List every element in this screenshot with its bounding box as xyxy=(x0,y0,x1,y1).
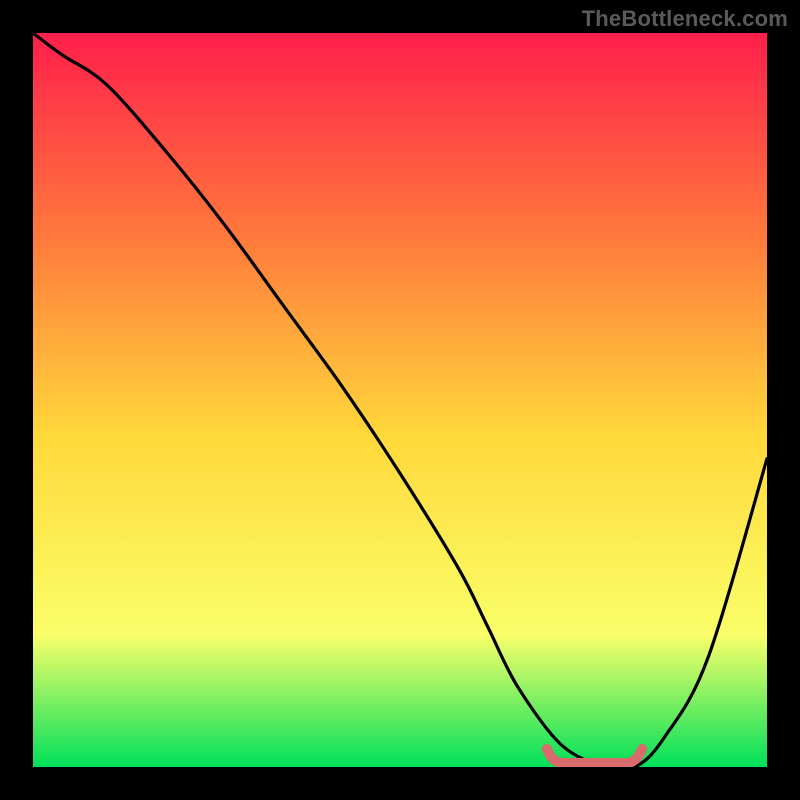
watermark-text: TheBottleneck.com xyxy=(582,6,788,32)
gradient-background xyxy=(33,33,767,767)
chart-frame: TheBottleneck.com xyxy=(0,0,800,800)
bottleneck-curve-chart xyxy=(33,33,767,767)
plot-area xyxy=(33,33,767,767)
